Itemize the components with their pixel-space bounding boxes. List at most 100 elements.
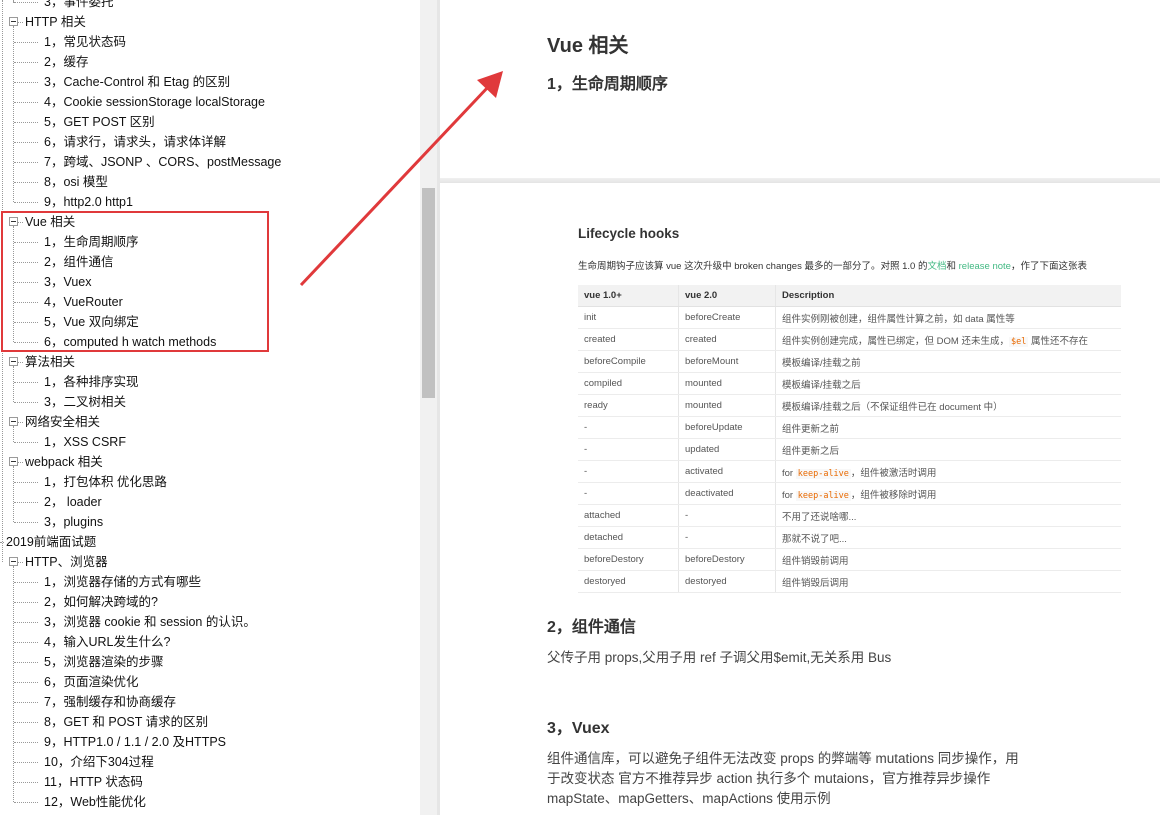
table-cell: beforeCompile xyxy=(578,350,679,373)
tree-item[interactable]: 2， loader xyxy=(44,492,102,512)
table-cell: created xyxy=(678,328,776,351)
table-cell: detached xyxy=(578,526,679,549)
table-cell: for keep-alive ，组件被激活时调用 xyxy=(775,460,1121,483)
tree-item[interactable]: 9，http2.0 http1 xyxy=(44,192,133,212)
tree-item[interactable]: 3，事件委托 xyxy=(44,0,113,12)
tree-item-label: 3，事件委托 xyxy=(44,0,114,9)
table-cell: - xyxy=(678,504,776,527)
tree-connector xyxy=(14,522,38,523)
table-cell: deactivated xyxy=(678,482,776,505)
tree-item[interactable]: 1，打包体积 优化思路 xyxy=(44,472,167,492)
tree-item[interactable]: 4，Cookie sessionStorage localStorage xyxy=(44,92,265,112)
tree-item[interactable]: 3，plugins xyxy=(44,512,103,532)
section-title: Vue 相关 xyxy=(547,35,629,57)
table-cell: beforeDestory xyxy=(678,548,776,571)
table-cell: 模板编译/挂载之前 xyxy=(775,350,1121,373)
collapse-toggle-icon[interactable] xyxy=(9,17,18,26)
table-row: - activated for keep-alive ，组件被激活时调用 xyxy=(578,460,1121,483)
intro-link-release-note: release note xyxy=(958,261,1011,272)
table-cell: 不用了还说啥哪... xyxy=(775,504,1121,527)
collapse-toggle-icon[interactable] xyxy=(9,357,18,366)
collapse-toggle-icon[interactable] xyxy=(9,557,18,566)
table-row: created created 组件实例创建完成，属性已绑定，但 DOM 还未生成，… xyxy=(578,328,1121,351)
tree-item[interactable]: 10，介绍下304过程 xyxy=(44,752,154,772)
tree-item[interactable]: HTTP 相关 xyxy=(25,12,86,32)
tree-connector xyxy=(14,82,38,83)
table-cell: - xyxy=(578,482,679,505)
table-header-cell: vue 2.0 xyxy=(678,285,776,307)
tree-item[interactable]: 3，二叉树相关 xyxy=(44,392,126,412)
tree-item-label: 2， loader xyxy=(44,495,102,509)
collapse-toggle-icon[interactable] xyxy=(9,417,18,426)
vuex-text-line-2: 于改变状态 官方不推荐异步 action 执行多个 mutaions，官方推荐异… xyxy=(547,771,991,786)
tree-item[interactable]: 2，如何解决跨域的? xyxy=(44,592,158,612)
inline-code: $el xyxy=(1008,336,1029,347)
tree-item[interactable]: 5，GET POST 区别 xyxy=(44,112,155,132)
tree-item[interactable]: 2，缓存 xyxy=(44,52,88,72)
tree-connector xyxy=(14,602,38,603)
table-cell: mounted xyxy=(678,394,776,417)
tree-item[interactable]: 9，HTTP1.0 / 1.1 / 2.0 及HTTPS xyxy=(44,732,226,752)
tree-item[interactable]: 算法相关 xyxy=(25,352,75,372)
tree-item[interactable]: 8，osi 模型 xyxy=(44,172,108,192)
tree-connector xyxy=(14,402,38,403)
tree-item[interactable]: 6，请求行，请求头，请求体详解 xyxy=(44,132,226,152)
table-cell: compiled xyxy=(578,372,679,395)
intro-suffix: ，作了下面这张表 xyxy=(1010,261,1087,272)
tree-item-label: 3，浏览器 cookie 和 session 的认识。 xyxy=(44,615,256,629)
tree-item[interactable]: 1，XSS CSRF xyxy=(44,432,126,452)
table-cell: 模板编译/挂载之后（不保证组件已在 document 中） xyxy=(775,394,1121,417)
tree-item[interactable]: 5，浏览器渲染的步骤 xyxy=(44,652,163,672)
table-cell: for keep-alive ，组件被移除时调用 xyxy=(775,482,1121,505)
collapse-toggle-icon[interactable] xyxy=(9,457,18,466)
tree-item[interactable]: HTTP、浏览器 xyxy=(25,552,108,572)
table-cell: - xyxy=(578,438,679,461)
tree-item[interactable]: 12，Web性能优化 xyxy=(44,792,146,812)
tree-guide-line xyxy=(13,366,14,402)
tree-item-label: webpack 相关 xyxy=(25,455,103,469)
tree-item-label: 2，缓存 xyxy=(44,55,89,69)
tree-item[interactable]: 1，常见状态码 xyxy=(44,32,126,52)
tree-item-label: 3，二叉树相关 xyxy=(44,395,126,409)
tree-item[interactable]: 2019前端面试题 xyxy=(6,532,96,552)
tree-connector xyxy=(14,642,38,643)
table-cell: - xyxy=(678,526,776,549)
inline-code: keep-alive xyxy=(795,490,851,501)
intro-prefix: 生命周期钩子应该算 vue 这次升级中 broken changes 最多的一部… xyxy=(578,261,928,272)
tree-item[interactable]: 网络安全相关 xyxy=(25,412,100,432)
tree-scrollbar-track[interactable] xyxy=(420,0,437,815)
table-cell: mounted xyxy=(678,372,776,395)
tree-item[interactable]: webpack 相关 xyxy=(25,452,103,472)
page-separator xyxy=(440,178,1160,183)
tree-scrollbar-thumb[interactable] xyxy=(422,188,435,398)
vuex-heading: 3，Vuex xyxy=(547,720,610,737)
tree-connector xyxy=(14,702,38,703)
tree-item-label: 2019前端面试题 xyxy=(6,535,97,549)
tree-item-label: 1，浏览器存储的方式有哪些 xyxy=(44,575,201,589)
table-cell: beforeDestory xyxy=(578,548,679,571)
tree-item[interactable]: 3，浏览器 cookie 和 session 的认识。 xyxy=(44,612,256,632)
tree-item[interactable]: 6，页面渲染优化 xyxy=(44,672,138,692)
table-cell: attached xyxy=(578,504,679,527)
tree-connector xyxy=(14,782,38,783)
tree-item[interactable]: 1，浏览器存储的方式有哪些 xyxy=(44,572,201,592)
tree-item-label: 算法相关 xyxy=(25,355,76,369)
tree-connector xyxy=(14,182,38,183)
tree-item[interactable]: 11，HTTP 状态码 xyxy=(44,772,143,792)
table-row: detached - 那就不说了吧... xyxy=(578,526,1121,549)
table-row: beforeCompile beforeMount 模板编译/挂载之前 xyxy=(578,350,1121,373)
tree-item[interactable]: 1，各种排序实现 xyxy=(44,372,138,392)
tree-connector xyxy=(14,662,38,663)
table-row: init beforeCreate 组件实例刚被创建，组件属性计算之前，如 data… xyxy=(578,306,1121,329)
tree-connector xyxy=(14,382,38,383)
tree-item-label: 2，如何解决跨域的? xyxy=(44,595,158,609)
annotation-highlight-box xyxy=(1,211,269,352)
table-cell: - xyxy=(578,460,679,483)
tree-item[interactable]: 8，GET 和 POST 请求的区别 xyxy=(44,712,208,732)
tree-item[interactable]: 7，强制缓存和协商缓存 xyxy=(44,692,176,712)
tree-connector xyxy=(18,22,23,23)
tree-item[interactable]: 3，Cache-Control 和 Etag 的区别 xyxy=(44,72,230,92)
tree-connector xyxy=(18,422,23,423)
tree-item[interactable]: 7，跨域、JSONP 、CORS、postMessage xyxy=(44,152,281,172)
tree-item[interactable]: 4，输入URL发生什么? xyxy=(44,632,170,652)
